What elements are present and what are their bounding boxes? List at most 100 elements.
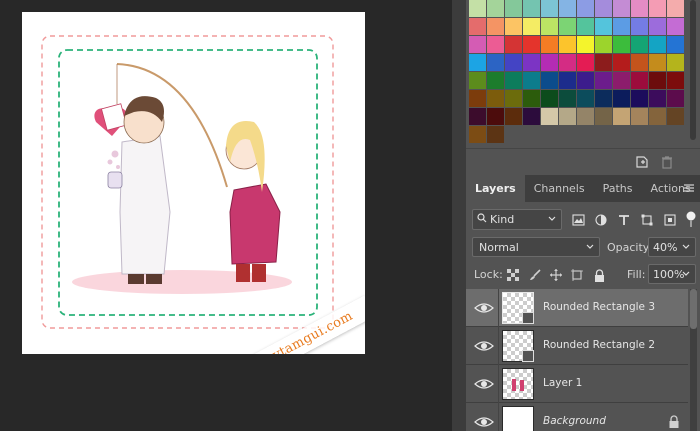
- color-swatch[interactable]: [541, 18, 558, 35]
- color-swatch[interactable]: [595, 90, 612, 107]
- lock-position-move-icon[interactable]: [547, 266, 565, 284]
- color-swatch[interactable]: [541, 0, 558, 17]
- color-swatch[interactable]: [469, 0, 486, 17]
- blend-mode-select[interactable]: Normal: [472, 237, 600, 257]
- tab-channels[interactable]: Channels: [525, 175, 594, 202]
- color-swatch[interactable]: [523, 90, 540, 107]
- color-swatch[interactable]: [649, 36, 666, 53]
- color-swatch[interactable]: [631, 0, 648, 17]
- color-swatch[interactable]: [505, 0, 522, 17]
- color-swatch[interactable]: [505, 18, 522, 35]
- color-swatch[interactable]: [577, 36, 594, 53]
- new-swatch-icon[interactable]: [633, 153, 651, 171]
- filter-smart-object-icon[interactable]: [661, 211, 679, 229]
- color-swatch[interactable]: [613, 90, 630, 107]
- color-swatch[interactable]: [667, 54, 684, 71]
- color-swatch[interactable]: [667, 18, 684, 35]
- color-swatch[interactable]: [631, 90, 648, 107]
- visibility-eye-icon[interactable]: [474, 300, 494, 316]
- color-swatch[interactable]: [595, 0, 612, 17]
- color-swatch[interactable]: [649, 90, 666, 107]
- color-swatch[interactable]: [649, 108, 666, 125]
- color-swatch[interactable]: [559, 0, 576, 17]
- color-swatch[interactable]: [649, 54, 666, 71]
- color-swatch[interactable]: [505, 72, 522, 89]
- color-swatch[interactable]: [613, 108, 630, 125]
- layer-name[interactable]: Rounded Rectangle 3: [543, 301, 655, 313]
- color-swatch[interactable]: [487, 72, 504, 89]
- color-swatch[interactable]: [631, 54, 648, 71]
- color-swatch[interactable]: [523, 18, 540, 35]
- document-canvas[interactable]: caytamgui.com: [22, 12, 365, 354]
- color-swatch[interactable]: [595, 36, 612, 53]
- color-swatch[interactable]: [667, 90, 684, 107]
- trash-icon[interactable]: [658, 153, 676, 171]
- panel-menu-icon[interactable]: [682, 180, 696, 196]
- color-swatch[interactable]: [541, 36, 558, 53]
- color-swatch[interactable]: [595, 72, 612, 89]
- color-swatch[interactable]: [631, 72, 648, 89]
- color-swatch[interactable]: [541, 90, 558, 107]
- filter-toggle-icon[interactable]: [682, 210, 700, 228]
- color-swatch[interactable]: [559, 18, 576, 35]
- color-swatch[interactable]: [523, 54, 540, 71]
- color-swatch[interactable]: [469, 108, 486, 125]
- color-swatch[interactable]: [505, 36, 522, 53]
- color-swatch[interactable]: [595, 18, 612, 35]
- layer-name[interactable]: Rounded Rectangle 2: [543, 339, 655, 351]
- layer-name[interactable]: Background: [543, 415, 606, 427]
- visibility-eye-icon[interactable]: [474, 414, 494, 430]
- color-swatch[interactable]: [613, 72, 630, 89]
- layers-scrollbar[interactable]: [690, 289, 697, 431]
- filter-type-icon[interactable]: [615, 211, 633, 229]
- color-swatch[interactable]: [577, 18, 594, 35]
- color-swatch[interactable]: [487, 36, 504, 53]
- color-swatch[interactable]: [541, 108, 558, 125]
- swatches-scrollbar[interactable]: [690, 0, 696, 140]
- color-swatch[interactable]: [469, 36, 486, 53]
- visibility-eye-icon[interactable]: [474, 376, 494, 392]
- color-swatch[interactable]: [487, 108, 504, 125]
- color-swatch[interactable]: [523, 36, 540, 53]
- color-swatch[interactable]: [613, 18, 630, 35]
- color-swatch[interactable]: [505, 108, 522, 125]
- color-swatch[interactable]: [541, 72, 558, 89]
- color-swatch[interactable]: [469, 18, 486, 35]
- color-swatch[interactable]: [667, 108, 684, 125]
- color-swatch[interactable]: [487, 90, 504, 107]
- color-swatch[interactable]: [595, 108, 612, 125]
- color-swatch[interactable]: [541, 54, 558, 71]
- color-swatch[interactable]: [649, 0, 666, 17]
- color-swatch[interactable]: [577, 108, 594, 125]
- color-swatch[interactable]: [631, 108, 648, 125]
- color-swatch[interactable]: [523, 72, 540, 89]
- lock-artboard-icon[interactable]: [568, 266, 586, 284]
- color-swatch[interactable]: [523, 0, 540, 17]
- color-swatch[interactable]: [559, 36, 576, 53]
- layer-name[interactable]: Layer 1: [543, 377, 582, 389]
- color-swatch[interactable]: [469, 54, 486, 71]
- color-swatch[interactable]: [667, 0, 684, 17]
- color-swatch[interactable]: [523, 108, 540, 125]
- color-swatch[interactable]: [649, 18, 666, 35]
- layer-row-background[interactable]: Background: [466, 403, 688, 431]
- color-swatch[interactable]: [487, 126, 504, 143]
- color-swatch[interactable]: [469, 126, 486, 143]
- color-swatch[interactable]: [559, 108, 576, 125]
- filter-adjustment-icon[interactable]: [592, 211, 610, 229]
- color-swatch[interactable]: [577, 54, 594, 71]
- color-swatch[interactable]: [667, 72, 684, 89]
- color-swatch[interactable]: [469, 72, 486, 89]
- visibility-eye-icon[interactable]: [474, 338, 494, 354]
- color-swatch[interactable]: [559, 72, 576, 89]
- tab-paths[interactable]: Paths: [594, 175, 642, 202]
- color-swatch[interactable]: [505, 54, 522, 71]
- fill-input[interactable]: 100%: [648, 264, 696, 284]
- color-swatch[interactable]: [505, 90, 522, 107]
- color-swatch[interactable]: [577, 90, 594, 107]
- layer-row-layer-1[interactable]: Layer 1: [466, 365, 688, 403]
- color-swatch[interactable]: [667, 36, 684, 53]
- color-swatch[interactable]: [577, 72, 594, 89]
- lock-pixels-brush-icon[interactable]: [526, 266, 544, 284]
- tab-layers[interactable]: Layers: [466, 175, 525, 202]
